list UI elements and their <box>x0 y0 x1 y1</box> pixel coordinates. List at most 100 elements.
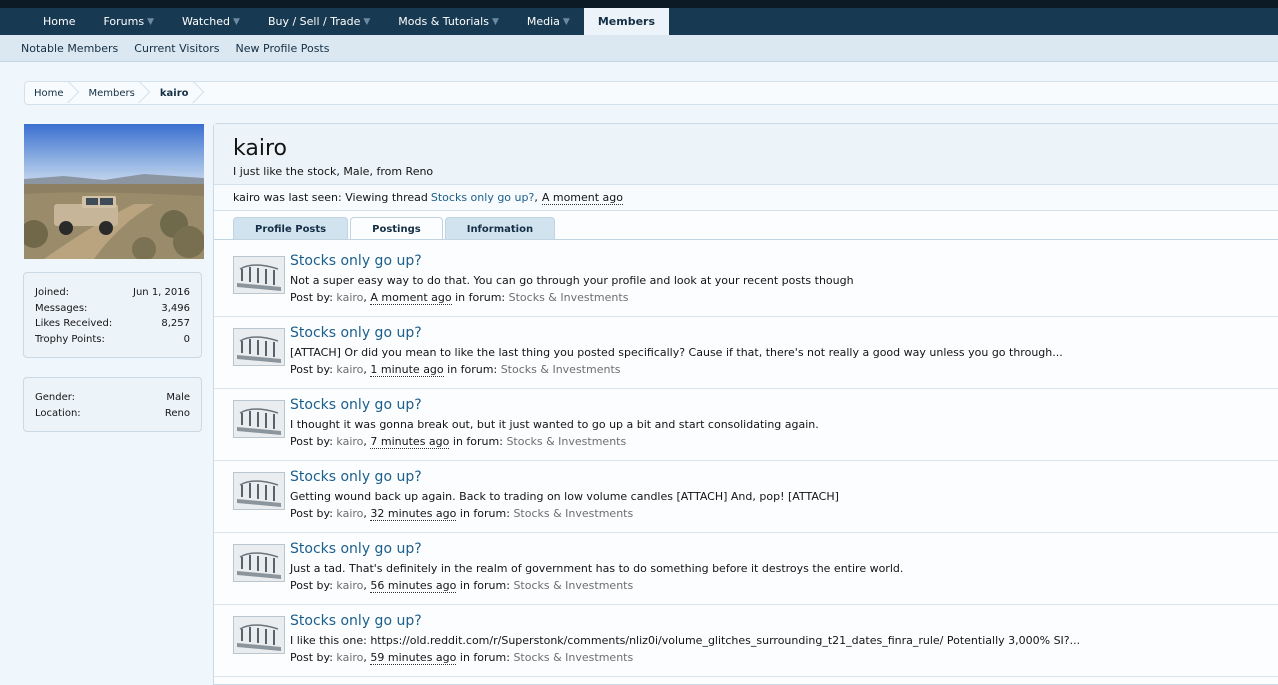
stat-row-messages: Messages: 3,496 <box>24 301 201 317</box>
post-snippet: I like this one: https://old.reddit.com/… <box>290 634 1081 647</box>
post-forum-link[interactable]: Stocks & Investments <box>506 435 626 448</box>
thread-thumbnail[interactable] <box>233 472 285 510</box>
list-item: Stocks only go up? I thought it was gonn… <box>214 388 1278 461</box>
nav-tab-members[interactable]: Members <box>583 8 670 35</box>
stat-row-joined: Joined: Jun 1, 2016 <box>24 285 201 301</box>
post-meta: Post by: kairo, 32 minutes ago in forum:… <box>290 507 634 521</box>
subnav-notable-members[interactable]: Notable Members <box>21 42 118 55</box>
post-forum-link[interactable]: Stocks & Investments <box>509 291 629 304</box>
last-seen-text: kairo was last seen: Viewing thread <box>233 191 428 204</box>
post-meta-prefix: Post by: <box>290 507 333 520</box>
dropdown-arrow-icon[interactable]: ▼ <box>492 17 499 27</box>
avatar-photo <box>24 124 204 259</box>
post-meta-prefix: Post by: <box>290 579 333 592</box>
post-meta: Post by: kairo, 7 minutes ago in forum: … <box>290 435 627 449</box>
dropdown-arrow-icon[interactable]: ▼ <box>233 17 240 27</box>
profile-main: kairo I just like the stock, Male, from … <box>213 123 1278 685</box>
avatar[interactable] <box>24 124 204 259</box>
post-time: 32 minutes ago <box>370 507 457 521</box>
thread-thumbnail[interactable] <box>233 328 285 366</box>
post-meta-prefix: Post by: <box>290 363 333 376</box>
tab-divider <box>214 239 1278 240</box>
thread-thumbnail-image <box>234 257 284 293</box>
info-label: Location: <box>35 407 81 419</box>
top-strip <box>0 0 1278 8</box>
thread-thumbnail[interactable] <box>233 256 285 294</box>
tab-profile-posts[interactable]: Profile Posts <box>233 217 349 240</box>
breadcrumb-current[interactable]: kairo <box>151 82 205 104</box>
nav-tab-buy-sell-trade[interactable]: Buy / Sell / Trade ▼ <box>254 8 384 35</box>
nav-tab-media[interactable]: Media ▼ <box>513 8 584 35</box>
post-snippet: I thought it was gonna break out, but it… <box>290 418 819 431</box>
post-meta-forum-prefix: in forum: <box>459 651 510 664</box>
stat-value: 3,496 <box>161 302 190 314</box>
nav-tab-mods-tutorials[interactable]: Mods & Tutorials ▼ <box>384 8 513 35</box>
post-meta: Post by: kairo, 56 minutes ago in forum:… <box>290 579 634 593</box>
stat-label: Likes Received: <box>35 318 113 330</box>
post-forum-link[interactable]: Stocks & Investments <box>513 579 633 592</box>
info-row-location: Location: Reno <box>24 406 201 422</box>
post-time: 59 minutes ago <box>370 651 457 665</box>
post-meta-forum-prefix: in forum: <box>459 507 510 520</box>
last-seen-separator: , <box>534 191 538 204</box>
page-title: kairo <box>233 136 287 161</box>
post-author-link[interactable]: kairo <box>336 579 363 592</box>
profile-header: kairo I just like the stock, Male, from … <box>214 124 1278 184</box>
post-author-link[interactable]: kairo <box>336 363 363 376</box>
breadcrumb-home[interactable]: Home <box>25 82 80 104</box>
last-seen: kairo was last seen: Viewing thread Stoc… <box>214 184 1278 211</box>
post-time: A moment ago <box>370 291 452 305</box>
nav-tab-watched[interactable]: Watched ▼ <box>168 8 254 35</box>
post-snippet: Just a tad. That's definitely in the rea… <box>290 562 904 575</box>
list-item: Stocks only go up? Not a super easy way … <box>214 244 1278 317</box>
nav-tab-forums[interactable]: Forums ▼ <box>89 8 168 35</box>
post-author-link[interactable]: kairo <box>336 651 363 664</box>
nav-tab-home[interactable]: Home <box>29 8 89 35</box>
nav-tab-label: Watched <box>182 15 231 28</box>
post-meta: Post by: kairo, 1 minute ago in forum: S… <box>290 363 621 377</box>
post-forum-link[interactable]: Stocks & Investments <box>513 651 633 664</box>
info-label: Gender: <box>35 392 76 404</box>
nav-tab-label: Media <box>526 15 560 28</box>
thread-title-link[interactable]: Stocks only go up? <box>290 397 422 413</box>
nav-tab-label: Home <box>43 15 76 28</box>
post-author-link[interactable]: kairo <box>336 291 363 304</box>
nav-tab-label: Mods & Tutorials <box>398 15 489 28</box>
thread-title-link[interactable]: Stocks only go up? <box>290 613 422 629</box>
post-forum-link[interactable]: Stocks & Investments <box>501 363 621 376</box>
tab-information[interactable]: Information <box>444 217 556 240</box>
main-navigation: Home Forums ▼ Watched ▼ Buy / Sell / Trade… <box>0 8 1278 35</box>
last-seen-time: A moment ago <box>541 190 624 205</box>
dropdown-arrow-icon[interactable]: ▼ <box>363 17 370 27</box>
thread-thumbnail[interactable] <box>233 400 285 438</box>
post-forum-link[interactable]: Stocks & Investments <box>513 507 633 520</box>
subnav-current-visitors[interactable]: Current Visitors <box>134 42 219 55</box>
stat-row-trophy-points: Trophy Points: 0 <box>24 332 201 348</box>
thread-title-link[interactable]: Stocks only go up? <box>290 325 422 341</box>
post-author-link[interactable]: kairo <box>336 507 363 520</box>
post-time: 1 minute ago <box>370 363 444 377</box>
thread-title-link[interactable]: Stocks only go up? <box>290 469 422 485</box>
subnav-new-profile-posts[interactable]: New Profile Posts <box>236 42 330 55</box>
thread-title-link[interactable]: Stocks only go up? <box>290 541 422 557</box>
thread-thumbnail-image <box>234 401 284 437</box>
stat-label: Trophy Points: <box>35 333 105 345</box>
post-meta-prefix: Post by: <box>290 291 333 304</box>
thread-thumbnail[interactable] <box>233 544 285 582</box>
dropdown-arrow-icon[interactable]: ▼ <box>147 17 154 27</box>
nav-tab-label: Forums <box>103 15 145 28</box>
list-item: Stocks only go up? Getting wound back up… <box>214 460 1278 533</box>
tab-postings[interactable]: Postings <box>350 217 443 240</box>
last-seen-thread-link[interactable]: Stocks only go up? <box>431 191 534 204</box>
thread-thumbnail[interactable] <box>233 616 285 654</box>
post-snippet: Getting wound back up again. Back to tra… <box>290 490 839 503</box>
post-author-link[interactable]: kairo <box>336 435 363 448</box>
info-value: Male <box>166 392 190 404</box>
post-meta-prefix: Post by: <box>290 651 333 664</box>
info-row-gender: Gender: Male <box>24 390 201 406</box>
dropdown-arrow-icon[interactable]: ▼ <box>563 17 570 27</box>
list-item: Stocks only go up? [ATTACH] Or did you m… <box>214 316 1278 389</box>
nav-tab-label: Buy / Sell / Trade <box>267 15 361 28</box>
thread-title-link[interactable]: Stocks only go up? <box>290 253 422 269</box>
breadcrumb-members[interactable]: Members <box>80 82 151 104</box>
